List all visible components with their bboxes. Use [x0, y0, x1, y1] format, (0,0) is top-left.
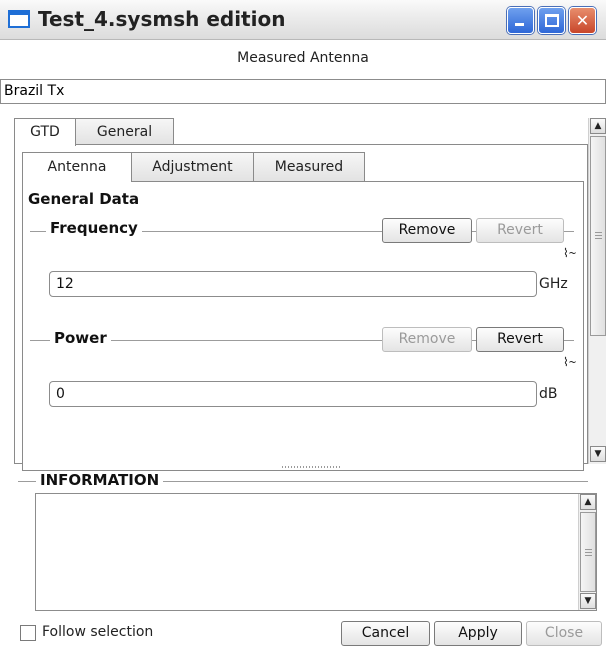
power-revert-button[interactable]: Revert: [476, 327, 564, 352]
object-name-field[interactable]: Brazil Tx: [0, 79, 606, 104]
scroll-up-button[interactable]: ▲: [590, 118, 606, 134]
arrow-up-icon: ▲: [594, 121, 602, 131]
power-unit: dB: [539, 386, 558, 402]
object-type-label: Measured Antenna: [237, 50, 369, 66]
window-icon: [8, 10, 30, 28]
chart-curve-icon[interactable]: ⌇~: [563, 246, 576, 260]
frequency-input[interactable]: 12: [49, 271, 537, 297]
power-remove-button[interactable]: Remove: [382, 327, 472, 352]
close-button[interactable]: Close: [526, 621, 602, 646]
minimize-icon: [515, 23, 524, 26]
grip-line: [595, 232, 602, 233]
arrow-down-icon: ▼: [584, 596, 592, 606]
chart-curve-icon[interactable]: ⌇~: [563, 355, 576, 369]
close-icon: ✕: [575, 11, 590, 30]
power-input[interactable]: 0: [49, 381, 537, 407]
frequency-label: Frequency: [46, 219, 142, 237]
window-title: Test_4.sysmsh edition: [38, 7, 286, 31]
splitter-handle[interactable]: [282, 466, 342, 468]
apply-button[interactable]: Apply: [434, 621, 522, 646]
frequency-remove-button[interactable]: Remove: [382, 218, 472, 243]
arrow-down-icon: ▼: [594, 449, 602, 459]
scroll-up-button[interactable]: ▲: [580, 494, 596, 510]
information-label: INFORMATION: [36, 471, 164, 489]
follow-selection-label: Follow selection: [42, 624, 154, 640]
tab-antenna[interactable]: Antenna: [22, 152, 132, 182]
follow-selection-checkbox[interactable]: [20, 625, 36, 641]
grip-line: [595, 238, 602, 239]
scroll-thumb[interactable]: [580, 512, 596, 592]
maximize-icon: [545, 14, 559, 27]
information-textarea[interactable]: ▲ ▼: [35, 493, 597, 611]
tab-gtd[interactable]: GTD: [14, 118, 76, 146]
frequency-revert-button[interactable]: Revert: [476, 218, 564, 243]
cancel-button[interactable]: Cancel: [341, 621, 430, 646]
close-window-button[interactable]: ✕: [569, 7, 596, 34]
grip-line: [585, 555, 592, 556]
grip-line: [595, 235, 602, 236]
frequency-unit: GHz: [539, 276, 568, 292]
minimize-button[interactable]: [507, 7, 534, 34]
arrow-up-icon: ▲: [584, 497, 592, 507]
grip-line: [585, 552, 592, 553]
tab-general[interactable]: General: [75, 118, 174, 145]
grip-line: [585, 549, 592, 550]
panel-scrollbar[interactable]: ▲ ▼: [588, 118, 606, 464]
title-bar: Test_4.sysmsh edition ✕: [0, 0, 606, 40]
tab-measured[interactable]: Measured: [253, 152, 365, 182]
scroll-thumb[interactable]: [590, 136, 606, 336]
power-label: Power: [50, 329, 111, 347]
scroll-down-button[interactable]: ▼: [590, 446, 606, 462]
general-data-heading: General Data: [28, 190, 140, 208]
information-scrollbar[interactable]: ▲ ▼: [578, 494, 596, 610]
tab-adjustment[interactable]: Adjustment: [131, 152, 254, 182]
maximize-button[interactable]: [538, 7, 565, 34]
scroll-down-button[interactable]: ▼: [580, 593, 596, 609]
